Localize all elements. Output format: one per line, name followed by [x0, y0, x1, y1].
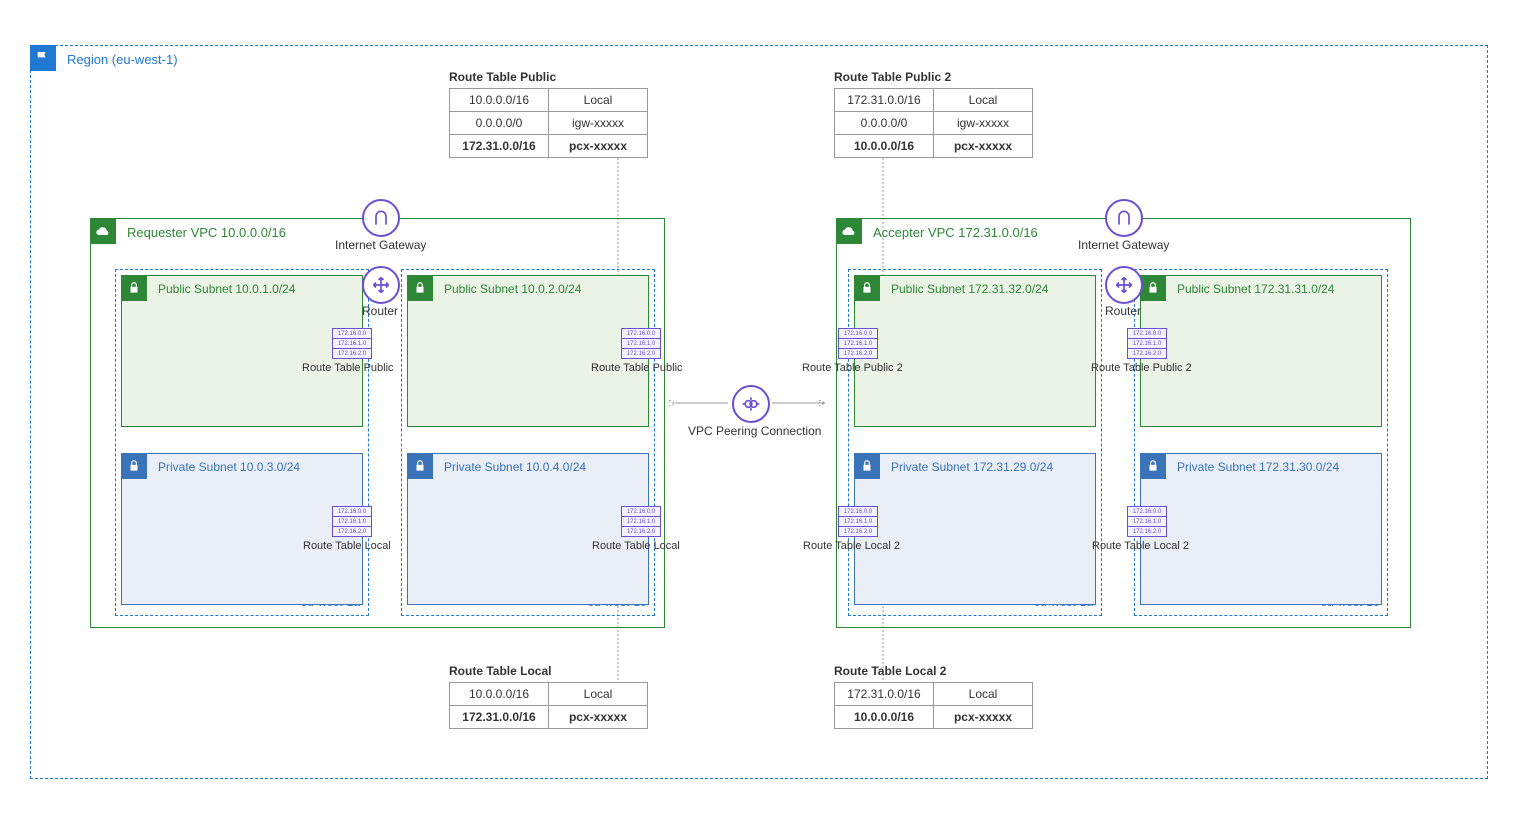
subnet-pub-2c-label: Public Subnet 172.31.31.0/24: [1177, 282, 1334, 296]
vpc-accepter-label: Accepter VPC 172.31.0.0/16: [873, 225, 1038, 240]
internet-gateway-icon: [362, 199, 400, 237]
rt-public-2: 172.31.0.0/16Local 0.0.0.0/0igw-xxxxx 10…: [834, 88, 1033, 158]
rt-mini-pub-2c-label: Route Table Public 2: [1091, 362, 1192, 374]
rt-mini-icon: 172.16.0.0172.16.1.0172.16.2.0: [1127, 328, 1167, 359]
peering-label: VPC Peering Connection: [688, 424, 821, 438]
subnet-lock-icon: [1140, 453, 1166, 479]
subnet-pub-1a: Public Subnet 10.0.1.0/24: [121, 275, 363, 427]
rt-mini-loc-1a-label: Route Table Local: [303, 540, 391, 552]
rt-mini-icon: 172.16.0.0172.16.1.0172.16.2.0: [838, 506, 878, 537]
subnet-pub-2a: Public Subnet 172.31.32.0/24: [854, 275, 1096, 427]
subnet-lock-icon: [854, 453, 880, 479]
internet-gateway-icon: [1105, 199, 1143, 237]
rt-mini-pub-1c-label: Route Table Public: [591, 362, 683, 374]
subnet-pub-2c: Public Subnet 172.31.31.0/24: [1140, 275, 1382, 427]
igw-2-label: Internet Gateway: [1078, 238, 1169, 252]
rt-mini-loc-2c-label: Route Table Local 2: [1092, 540, 1189, 552]
rt-mini-pub-2a-label: Route Table Public 2: [802, 362, 903, 374]
rt-local-2: 172.31.0.0/16Local 10.0.0.0/16pcx-xxxxx: [834, 682, 1033, 729]
region-flag-icon: [30, 45, 56, 71]
subnet-prv-1c: Private Subnet 10.0.4.0/24: [407, 453, 649, 605]
subnet-prv-2a-label: Private Subnet 172.31.29.0/24: [891, 460, 1053, 474]
subnet-lock-icon: [407, 453, 433, 479]
table-row: 10.0.0.0/16Local: [450, 683, 648, 706]
rt-mini-icon: 172.16.0.0172.16.1.0172.16.2.0: [621, 328, 661, 359]
subnet-prv-2a: Private Subnet 172.31.29.0/24: [854, 453, 1096, 605]
rt-local-1-title: Route Table Local: [449, 664, 551, 678]
table-row: 172.31.0.0/16Local: [835, 89, 1033, 112]
region-label: Region (eu-west-1): [67, 52, 178, 67]
table-row: 10.0.0.0/16pcx-xxxxx: [835, 135, 1033, 158]
rt-mini-loc-1c-label: Route Table Local: [592, 540, 680, 552]
rt-public-1: 10.0.0.0/16Local 0.0.0.0/0igw-xxxxx 172.…: [449, 88, 648, 158]
subnet-pub-1c: Public Subnet 10.0.2.0/24: [407, 275, 649, 427]
subnet-prv-1a-label: Private Subnet 10.0.3.0/24: [158, 460, 300, 474]
router-icon: [362, 266, 400, 304]
rt-mini-icon: 172.16.0.0172.16.1.0172.16.2.0: [332, 506, 372, 537]
vpc-requester-label: Requester VPC 10.0.0.0/16: [127, 225, 286, 240]
subnet-prv-2c-label: Private Subnet 172.31.30.0/24: [1177, 460, 1339, 474]
router-2-label: Router: [1105, 304, 1141, 318]
rt-mini-icon: 172.16.0.0172.16.1.0172.16.2.0: [332, 328, 372, 359]
subnet-prv-1c-label: Private Subnet 10.0.4.0/24: [444, 460, 586, 474]
subnet-lock-icon: [1140, 275, 1166, 301]
rt-public-1-title: Route Table Public: [449, 70, 556, 84]
subnet-pub-1c-label: Public Subnet 10.0.2.0/24: [444, 282, 581, 296]
table-row: 172.31.0.0/16pcx-xxxxx: [450, 135, 648, 158]
rt-mini-icon: 172.16.0.0172.16.1.0172.16.2.0: [838, 328, 878, 359]
rt-local-2-title: Route Table Local 2: [834, 664, 946, 678]
vpc-cloud-icon: [90, 218, 116, 244]
igw-1-label: Internet Gateway: [335, 238, 426, 252]
subnet-pub-1a-label: Public Subnet 10.0.1.0/24: [158, 282, 295, 296]
table-row: 0.0.0.0/0igw-xxxxx: [450, 112, 648, 135]
subnet-lock-icon: [854, 275, 880, 301]
subnet-pub-2a-label: Public Subnet 172.31.32.0/24: [891, 282, 1048, 296]
rt-mini-pub-1a-label: Route Table Public: [302, 362, 394, 374]
subnet-prv-1a: Private Subnet 10.0.3.0/24: [121, 453, 363, 605]
vpc-cloud-icon: [836, 218, 862, 244]
router-1-label: Router: [362, 304, 398, 318]
rt-public-2-title: Route Table Public 2: [834, 70, 951, 84]
table-row: 10.0.0.0/16Local: [450, 89, 648, 112]
router-icon: [1105, 266, 1143, 304]
table-row: 10.0.0.0/16pcx-xxxxx: [835, 706, 1033, 729]
subnet-prv-2c: Private Subnet 172.31.30.0/24: [1140, 453, 1382, 605]
subnet-lock-icon: [407, 275, 433, 301]
rt-mini-icon: 172.16.0.0172.16.1.0172.16.2.0: [1127, 506, 1167, 537]
subnet-lock-icon: [121, 275, 147, 301]
vpc-peering-icon: [732, 385, 770, 423]
rt-mini-icon: 172.16.0.0172.16.1.0172.16.2.0: [621, 506, 661, 537]
table-row: 0.0.0.0/0igw-xxxxx: [835, 112, 1033, 135]
rt-mini-loc-2a-label: Route Table Local 2: [803, 540, 900, 552]
rt-local-1: 10.0.0.0/16Local 172.31.0.0/16pcx-xxxxx: [449, 682, 648, 729]
subnet-lock-icon: [121, 453, 147, 479]
table-row: 172.31.0.0/16pcx-xxxxx: [450, 706, 648, 729]
table-row: 172.31.0.0/16Local: [835, 683, 1033, 706]
diagram-canvas: Region (eu-west-1) Route Table Public 10…: [0, 0, 1526, 830]
